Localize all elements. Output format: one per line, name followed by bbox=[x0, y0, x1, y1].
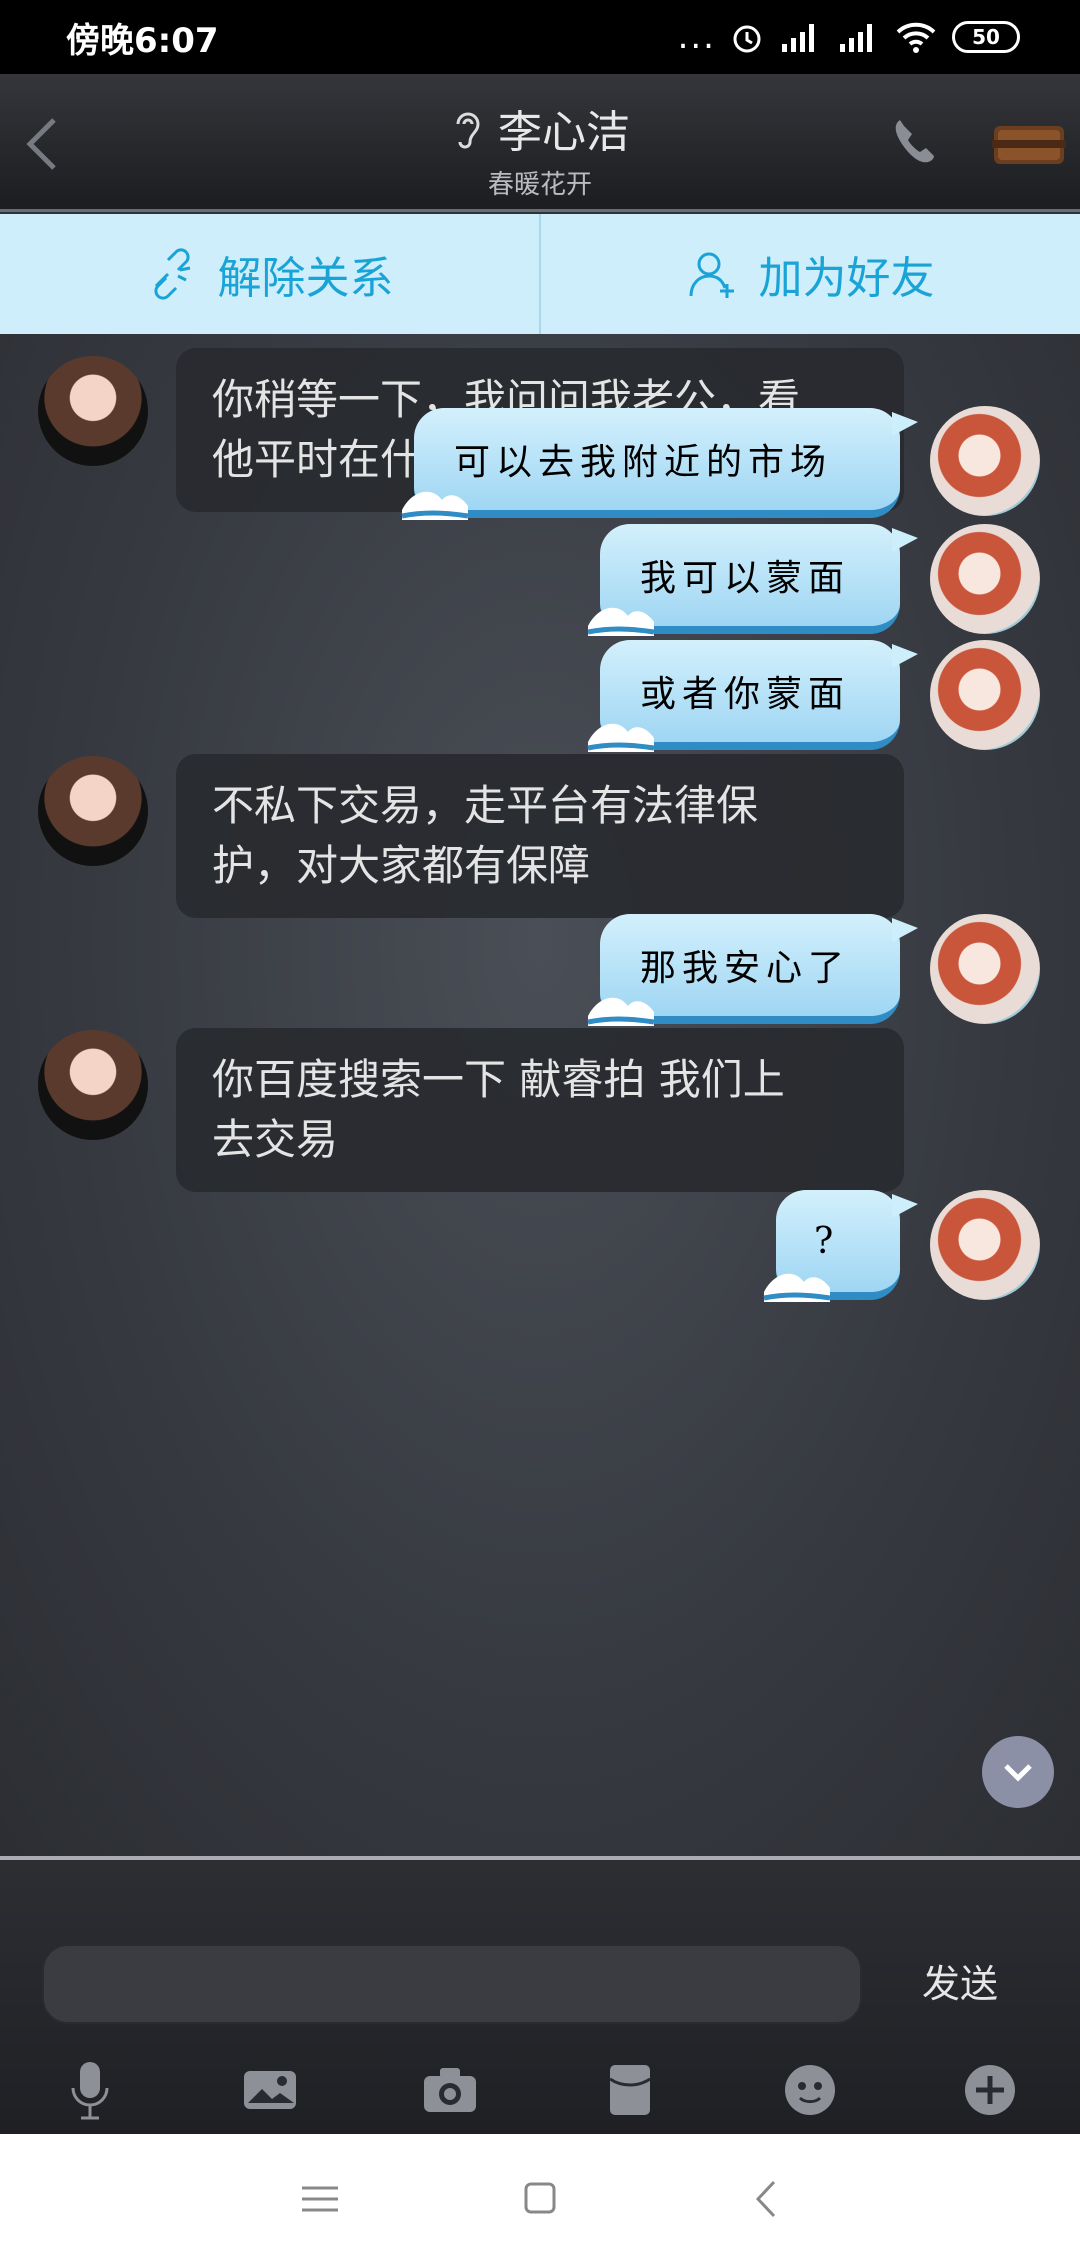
status-icons: ... 50 bbox=[678, 17, 1020, 57]
message-list[interactable]: 你稍等一下，我问问我老公，看 他平时在什么地方交易的 可以去我附近的市场 我可以… bbox=[0, 334, 1080, 1856]
more-button[interactable] bbox=[958, 2058, 1022, 2122]
signal-hd-icon bbox=[782, 24, 814, 52]
emoji-icon bbox=[785, 2065, 835, 2115]
my-avatar[interactable] bbox=[930, 524, 1040, 634]
add-friend-icon bbox=[689, 252, 734, 298]
incoming-message-bubble[interactable]: 不私下交易，走平台有法律保 护，对大家都有保障 bbox=[176, 754, 904, 918]
message-text: 那我安心了 bbox=[640, 948, 851, 989]
voice-button[interactable] bbox=[58, 2058, 122, 2122]
chevron-down-icon bbox=[1004, 1764, 1032, 1782]
message-text-line: 护，对大家都有保障 bbox=[212, 841, 591, 890]
outgoing-message-bubble[interactable]: 或者你蒙面 bbox=[587, 640, 918, 752]
unbind-relation-label: 解除关系 bbox=[217, 253, 394, 304]
home-icon[interactable] bbox=[510, 2174, 570, 2224]
emoji-button[interactable] bbox=[778, 2058, 842, 2122]
send-button[interactable]: 发送 bbox=[900, 1952, 1020, 2016]
add-friend-button[interactable]: 加为好友 bbox=[541, 214, 1080, 334]
contact-name: 李心洁 bbox=[498, 107, 630, 158]
wave-decoration-icon bbox=[587, 607, 655, 636]
outgoing-message-bubble[interactable]: 那我安心了 bbox=[587, 914, 918, 1026]
phone-icon[interactable] bbox=[888, 114, 944, 170]
notification-dots: ... bbox=[677, 17, 716, 57]
battery-indicator: 50 bbox=[952, 21, 1020, 53]
add-friend-label: 加为好友 bbox=[758, 253, 935, 304]
contact-name-row: 李心洁 bbox=[450, 96, 630, 160]
my-avatar[interactable] bbox=[930, 1190, 1040, 1300]
message-text: 可以去我附近的市场 bbox=[454, 442, 833, 483]
signal-icon bbox=[840, 24, 872, 52]
message-text-line: 去交易 bbox=[212, 1115, 339, 1164]
message-text: 我可以蒙面 bbox=[640, 558, 851, 599]
wifi-icon bbox=[896, 22, 936, 53]
back-icon[interactable] bbox=[738, 2174, 798, 2224]
chat-header: 李心洁 春暖花开 bbox=[0, 74, 1080, 212]
camera-icon bbox=[424, 2068, 476, 2112]
outgoing-message-bubble[interactable]: 可以去我附近的市场 bbox=[401, 408, 918, 520]
wave-decoration-icon bbox=[587, 997, 655, 1026]
incoming-message-bubble[interactable]: 你百度搜索一下 献睿拍 我们上 去交易 bbox=[176, 1028, 904, 1192]
chat-history-book-icon[interactable] bbox=[988, 116, 1070, 170]
message-input[interactable] bbox=[42, 1944, 862, 2024]
status-time: 傍晚6:07 bbox=[66, 20, 219, 61]
contact-avatar[interactable] bbox=[38, 356, 148, 466]
message-text-line: 你百度搜索一下 献睿拍 我们上 bbox=[212, 1055, 785, 1104]
scroll-to-bottom-button[interactable] bbox=[982, 1736, 1054, 1808]
system-navigation-bar bbox=[0, 2134, 1080, 2264]
unbind-relation-button[interactable]: 解除关系 bbox=[0, 214, 541, 334]
ear-icon bbox=[456, 112, 480, 149]
wave-decoration-icon bbox=[763, 1273, 831, 1302]
contact-avatar[interactable] bbox=[38, 756, 148, 866]
my-avatar[interactable] bbox=[930, 406, 1040, 516]
my-avatar[interactable] bbox=[930, 640, 1040, 750]
alarm-icon bbox=[733, 25, 761, 53]
outgoing-message-bubble[interactable]: 我可以蒙面 bbox=[587, 524, 918, 636]
menu-icon[interactable] bbox=[290, 2174, 350, 2224]
wave-decoration-icon bbox=[587, 723, 655, 752]
message-text-line: 不私下交易，走平台有法律保 bbox=[212, 781, 759, 830]
composer-toolbar bbox=[0, 2052, 1080, 2132]
red-packet-icon bbox=[609, 2065, 651, 2115]
contact-avatar[interactable] bbox=[38, 1030, 148, 1140]
unlink-icon bbox=[153, 248, 190, 300]
composer: 发送 bbox=[0, 1856, 1080, 2134]
message-text: 或者你蒙面 bbox=[640, 674, 851, 715]
outgoing-message-bubble[interactable]: ? bbox=[763, 1190, 918, 1302]
wave-decoration-icon bbox=[401, 491, 469, 520]
status-bar: 傍晚6:07 ... 50 bbox=[0, 0, 1080, 74]
image-gallery-icon bbox=[244, 2071, 296, 2109]
plus-icon bbox=[965, 2065, 1015, 2115]
gallery-button[interactable] bbox=[238, 2058, 302, 2122]
relation-action-bar: 解除关系 加为好友 bbox=[0, 214, 1080, 334]
my-avatar[interactable] bbox=[930, 914, 1040, 1024]
camera-button[interactable] bbox=[418, 2058, 482, 2122]
microphone-icon bbox=[71, 2062, 109, 2120]
red-packet-button[interactable] bbox=[598, 2058, 662, 2122]
